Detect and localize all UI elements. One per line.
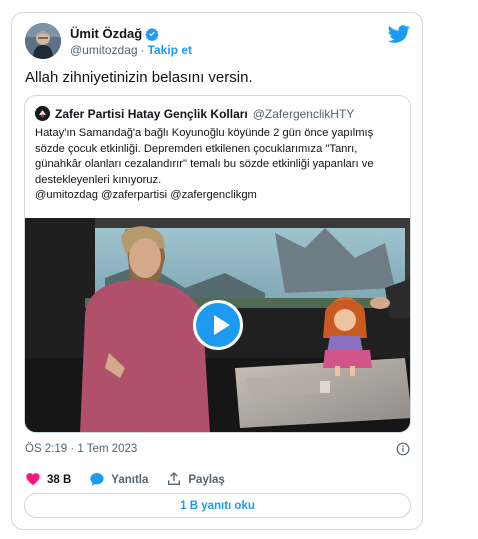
quoted-mentions[interactable]: @umitozdag @zaferpartisi @zafergenclikgm — [35, 188, 401, 204]
share-button[interactable]: Paylaş — [166, 471, 225, 490]
timestamp[interactable]: ÖS 2:19 · 1 Tem 2023 — [25, 443, 137, 455]
quoted-tweet[interactable]: Zafer Partisi Hatay Gençlik Kolları @Zaf… — [24, 95, 411, 433]
reply-label: Yanıtla — [111, 474, 149, 486]
tweet-header: Ümit Özdağ @umitozdag · Takip et — [25, 23, 410, 59]
reply-button[interactable]: Yanıtla — [89, 471, 148, 490]
like-count: 38 B — [47, 474, 72, 486]
verified-badge-icon — [145, 27, 159, 41]
separator-dot: · — [140, 43, 145, 57]
twitter-bird-icon[interactable] — [388, 23, 410, 45]
video-thumbnail[interactable] — [25, 218, 410, 432]
follow-button[interactable]: Takip et — [148, 43, 192, 57]
play-icon[interactable] — [193, 300, 243, 350]
read-replies-button[interactable]: 1 B yanıtı oku — [24, 493, 411, 518]
author-avatar[interactable] — [25, 23, 61, 59]
tweet-card: Ümit Özdağ @umitozdag · Takip et Allah z… — [11, 12, 423, 530]
quoted-paragraph: Hatay'ın Samandağ'a bağlı Koyunoğlu köyü… — [35, 127, 374, 186]
author-handle-row: @umitozdag · Takip et — [70, 43, 192, 57]
heart-icon — [25, 471, 41, 490]
tweet-actions: 38 B Yanıtla Paylaş — [25, 471, 225, 489]
quoted-header: Zafer Partisi Hatay Gençlik Kolları @Zaf… — [35, 106, 354, 121]
share-icon — [166, 471, 182, 490]
quoted-author-name[interactable]: Zafer Partisi Hatay Gençlik Kolları — [55, 107, 248, 121]
like-button[interactable]: 38 B — [25, 471, 71, 490]
share-label: Paylaş — [188, 474, 225, 486]
quoted-avatar — [35, 106, 50, 121]
tweet-text: Allah zihniyetinizin belasını versin. — [25, 69, 253, 86]
quoted-text: Hatay'ın Samandağ'a bağlı Koyunoğlu köyü… — [35, 126, 401, 204]
reply-bubble-icon — [89, 471, 105, 490]
author-handle[interactable]: @umitozdag — [70, 43, 138, 57]
author-name-row: Ümit Özdağ — [70, 26, 159, 41]
info-icon[interactable] — [396, 442, 410, 456]
author-name[interactable]: Ümit Özdağ — [70, 26, 142, 41]
quoted-author-handle[interactable]: @ZafergenclikHTY — [253, 107, 355, 121]
tweet-meta: ÖS 2:19 · 1 Tem 2023 — [25, 442, 410, 459]
